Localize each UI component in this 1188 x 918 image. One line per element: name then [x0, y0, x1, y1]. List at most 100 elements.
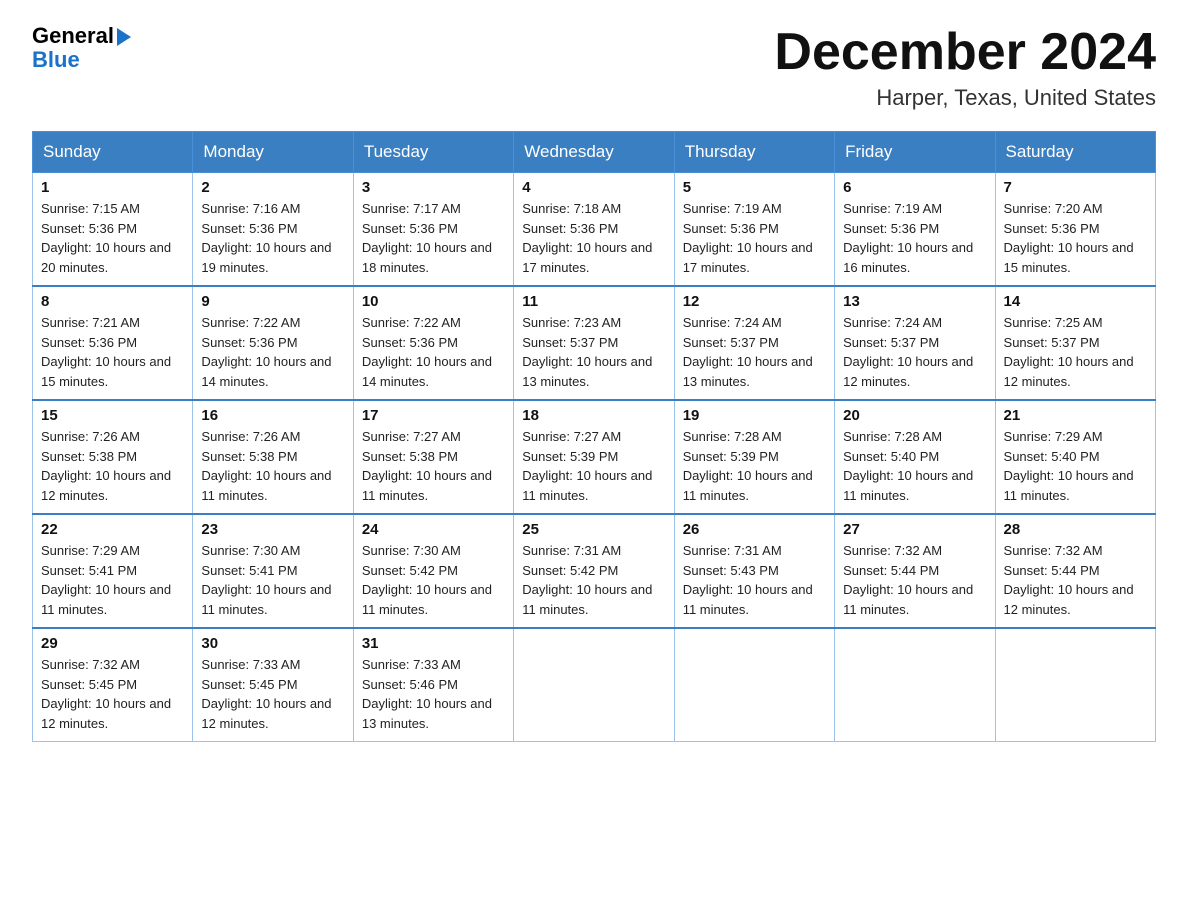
day-detail: Sunrise: 7:28 AMSunset: 5:40 PMDaylight:… — [843, 427, 986, 505]
day-detail: Sunrise: 7:20 AMSunset: 5:36 PMDaylight:… — [1004, 199, 1147, 277]
day-detail: Sunrise: 7:15 AMSunset: 5:36 PMDaylight:… — [41, 199, 184, 277]
table-row: 11 Sunrise: 7:23 AMSunset: 5:37 PMDaylig… — [514, 286, 674, 400]
day-detail: Sunrise: 7:23 AMSunset: 5:37 PMDaylight:… — [522, 313, 665, 391]
table-row: 29 Sunrise: 7:32 AMSunset: 5:45 PMDaylig… — [33, 628, 193, 742]
day-detail: Sunrise: 7:33 AMSunset: 5:46 PMDaylight:… — [362, 655, 505, 733]
title-area: December 2024 Harper, Texas, United Stat… — [774, 24, 1156, 111]
day-detail: Sunrise: 7:27 AMSunset: 5:38 PMDaylight:… — [362, 427, 505, 505]
day-number: 4 — [522, 179, 665, 196]
col-friday: Friday — [835, 132, 995, 173]
day-number: 26 — [683, 521, 826, 538]
col-sunday: Sunday — [33, 132, 193, 173]
col-tuesday: Tuesday — [353, 132, 513, 173]
calendar-week-row: 15 Sunrise: 7:26 AMSunset: 5:38 PMDaylig… — [33, 400, 1156, 514]
day-detail: Sunrise: 7:33 AMSunset: 5:45 PMDaylight:… — [201, 655, 344, 733]
day-number: 2 — [201, 179, 344, 196]
table-row: 26 Sunrise: 7:31 AMSunset: 5:43 PMDaylig… — [674, 514, 834, 628]
day-number: 29 — [41, 635, 184, 652]
day-detail: Sunrise: 7:22 AMSunset: 5:36 PMDaylight:… — [201, 313, 344, 391]
table-row: 25 Sunrise: 7:31 AMSunset: 5:42 PMDaylig… — [514, 514, 674, 628]
day-detail: Sunrise: 7:30 AMSunset: 5:42 PMDaylight:… — [362, 541, 505, 619]
day-detail: Sunrise: 7:26 AMSunset: 5:38 PMDaylight:… — [201, 427, 344, 505]
table-row: 5 Sunrise: 7:19 AMSunset: 5:36 PMDayligh… — [674, 173, 834, 287]
day-number: 5 — [683, 179, 826, 196]
table-row: 2 Sunrise: 7:16 AMSunset: 5:36 PMDayligh… — [193, 173, 353, 287]
day-number: 6 — [843, 179, 986, 196]
calendar-week-row: 22 Sunrise: 7:29 AMSunset: 5:41 PMDaylig… — [33, 514, 1156, 628]
day-number: 20 — [843, 407, 986, 424]
day-detail: Sunrise: 7:21 AMSunset: 5:36 PMDaylight:… — [41, 313, 184, 391]
day-number: 13 — [843, 293, 986, 310]
table-row — [995, 628, 1155, 742]
table-row: 31 Sunrise: 7:33 AMSunset: 5:46 PMDaylig… — [353, 628, 513, 742]
day-detail: Sunrise: 7:28 AMSunset: 5:39 PMDaylight:… — [683, 427, 826, 505]
day-detail: Sunrise: 7:31 AMSunset: 5:42 PMDaylight:… — [522, 541, 665, 619]
table-row — [514, 628, 674, 742]
day-number: 18 — [522, 407, 665, 424]
table-row: 13 Sunrise: 7:24 AMSunset: 5:37 PMDaylig… — [835, 286, 995, 400]
table-row: 22 Sunrise: 7:29 AMSunset: 5:41 PMDaylig… — [33, 514, 193, 628]
col-thursday: Thursday — [674, 132, 834, 173]
col-wednesday: Wednesday — [514, 132, 674, 173]
table-row: 6 Sunrise: 7:19 AMSunset: 5:36 PMDayligh… — [835, 173, 995, 287]
day-number: 12 — [683, 293, 826, 310]
table-row: 7 Sunrise: 7:20 AMSunset: 5:36 PMDayligh… — [995, 173, 1155, 287]
day-detail: Sunrise: 7:17 AMSunset: 5:36 PMDaylight:… — [362, 199, 505, 277]
table-row: 1 Sunrise: 7:15 AMSunset: 5:36 PMDayligh… — [33, 173, 193, 287]
table-row — [835, 628, 995, 742]
day-detail: Sunrise: 7:29 AMSunset: 5:40 PMDaylight:… — [1004, 427, 1147, 505]
day-number: 21 — [1004, 407, 1147, 424]
table-row: 30 Sunrise: 7:33 AMSunset: 5:45 PMDaylig… — [193, 628, 353, 742]
table-row: 12 Sunrise: 7:24 AMSunset: 5:37 PMDaylig… — [674, 286, 834, 400]
table-row: 28 Sunrise: 7:32 AMSunset: 5:44 PMDaylig… — [995, 514, 1155, 628]
table-row: 4 Sunrise: 7:18 AMSunset: 5:36 PMDayligh… — [514, 173, 674, 287]
day-detail: Sunrise: 7:32 AMSunset: 5:44 PMDaylight:… — [843, 541, 986, 619]
logo-text: GeneralBlue — [32, 24, 131, 72]
month-title: December 2024 — [774, 24, 1156, 81]
day-detail: Sunrise: 7:22 AMSunset: 5:36 PMDaylight:… — [362, 313, 505, 391]
day-detail: Sunrise: 7:24 AMSunset: 5:37 PMDaylight:… — [683, 313, 826, 391]
col-saturday: Saturday — [995, 132, 1155, 173]
table-row: 16 Sunrise: 7:26 AMSunset: 5:38 PMDaylig… — [193, 400, 353, 514]
day-number: 28 — [1004, 521, 1147, 538]
calendar-table: Sunday Monday Tuesday Wednesday Thursday… — [32, 131, 1156, 742]
day-number: 17 — [362, 407, 505, 424]
table-row: 19 Sunrise: 7:28 AMSunset: 5:39 PMDaylig… — [674, 400, 834, 514]
day-number: 24 — [362, 521, 505, 538]
day-detail: Sunrise: 7:30 AMSunset: 5:41 PMDaylight:… — [201, 541, 344, 619]
day-detail: Sunrise: 7:32 AMSunset: 5:44 PMDaylight:… — [1004, 541, 1147, 619]
logo: GeneralBlue — [32, 24, 131, 72]
location: Harper, Texas, United States — [774, 85, 1156, 111]
day-number: 7 — [1004, 179, 1147, 196]
day-number: 3 — [362, 179, 505, 196]
day-number: 31 — [362, 635, 505, 652]
day-number: 8 — [41, 293, 184, 310]
calendar-week-row: 1 Sunrise: 7:15 AMSunset: 5:36 PMDayligh… — [33, 173, 1156, 287]
days-of-week-row: Sunday Monday Tuesday Wednesday Thursday… — [33, 132, 1156, 173]
day-detail: Sunrise: 7:26 AMSunset: 5:38 PMDaylight:… — [41, 427, 184, 505]
calendar-week-row: 8 Sunrise: 7:21 AMSunset: 5:36 PMDayligh… — [33, 286, 1156, 400]
table-row: 10 Sunrise: 7:22 AMSunset: 5:36 PMDaylig… — [353, 286, 513, 400]
day-number: 30 — [201, 635, 344, 652]
day-number: 22 — [41, 521, 184, 538]
table-row: 15 Sunrise: 7:26 AMSunset: 5:38 PMDaylig… — [33, 400, 193, 514]
day-number: 23 — [201, 521, 344, 538]
table-row — [674, 628, 834, 742]
calendar-week-row: 29 Sunrise: 7:32 AMSunset: 5:45 PMDaylig… — [33, 628, 1156, 742]
page-header: GeneralBlue December 2024 Harper, Texas,… — [32, 24, 1156, 111]
table-row: 17 Sunrise: 7:27 AMSunset: 5:38 PMDaylig… — [353, 400, 513, 514]
day-detail: Sunrise: 7:27 AMSunset: 5:39 PMDaylight:… — [522, 427, 665, 505]
day-number: 15 — [41, 407, 184, 424]
day-detail: Sunrise: 7:19 AMSunset: 5:36 PMDaylight:… — [683, 199, 826, 277]
day-detail: Sunrise: 7:18 AMSunset: 5:36 PMDaylight:… — [522, 199, 665, 277]
table-row: 18 Sunrise: 7:27 AMSunset: 5:39 PMDaylig… — [514, 400, 674, 514]
day-detail: Sunrise: 7:25 AMSunset: 5:37 PMDaylight:… — [1004, 313, 1147, 391]
day-number: 14 — [1004, 293, 1147, 310]
table-row: 23 Sunrise: 7:30 AMSunset: 5:41 PMDaylig… — [193, 514, 353, 628]
day-number: 9 — [201, 293, 344, 310]
day-number: 19 — [683, 407, 826, 424]
table-row: 14 Sunrise: 7:25 AMSunset: 5:37 PMDaylig… — [995, 286, 1155, 400]
day-number: 10 — [362, 293, 505, 310]
col-monday: Monday — [193, 132, 353, 173]
table-row: 21 Sunrise: 7:29 AMSunset: 5:40 PMDaylig… — [995, 400, 1155, 514]
